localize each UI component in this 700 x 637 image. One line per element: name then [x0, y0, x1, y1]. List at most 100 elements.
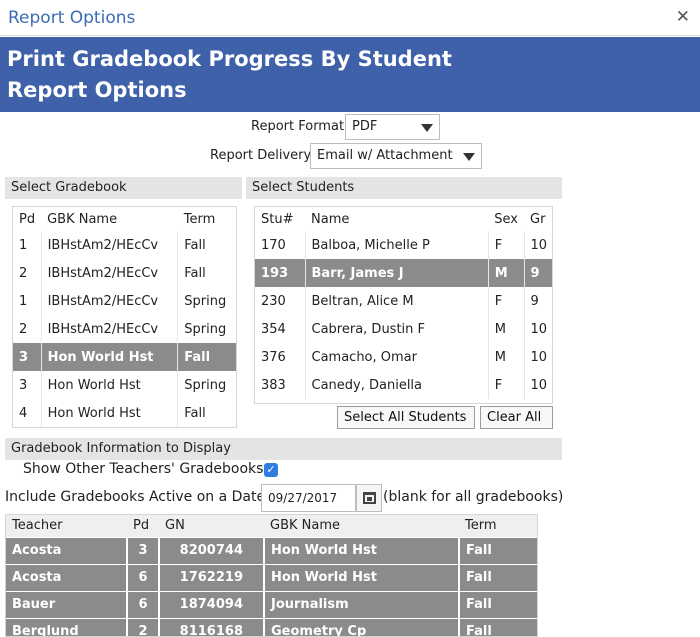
cell-sex: F — [487, 371, 524, 399]
cell-name: Cabrera, Dustin F — [304, 315, 489, 343]
cell-gr: 9 — [523, 287, 552, 315]
select-all-students-button[interactable]: Select All Students — [337, 406, 475, 429]
column-header-term[interactable]: Term — [178, 207, 236, 231]
cell-pd: 3 — [19, 377, 28, 393]
column-header-gbk-name[interactable]: GBK Name — [264, 515, 459, 537]
table-row[interactable]: 383 Canedy, Daniella F 10 — [255, 371, 552, 399]
cell-gbk-name: IBHstAm2/HEcCv — [40, 287, 178, 315]
select-gradebook-header: Select Gradebook — [5, 177, 242, 199]
cell-stu: 383 — [261, 377, 286, 393]
table-row-selected[interactable]: 193 Barr, James JM9 — [255, 259, 552, 287]
cell-gbk-name: Hon World Hst — [263, 563, 459, 591]
cell-name: Balboa, Michelle P — [304, 231, 489, 259]
cell-stu: 193 — [255, 259, 305, 287]
column-header-teacher[interactable]: Teacher — [6, 515, 127, 537]
table-row[interactable]: Acosta 3 8200744 Hon World Hst Fall — [6, 536, 537, 564]
select-students-header: Select Students — [246, 177, 562, 199]
banner-title: Print Gradebook Progress By Student — [7, 47, 452, 71]
cell-name: Barr, James J — [304, 259, 489, 287]
column-header-term[interactable]: Term — [459, 515, 537, 537]
checkmark-icon: ✓ — [266, 463, 276, 476]
table-row[interactable]: 2 IBHstAm2/HEcCv Fall — [13, 259, 236, 287]
column-header-name[interactable]: Name — [305, 207, 488, 231]
cell-gbk-name: Hon World Hst — [40, 343, 178, 371]
dropdown-arrow-icon — [421, 124, 433, 132]
cell-term: Fall — [458, 617, 537, 636]
cell-pd: 1 — [19, 293, 28, 309]
active-date-input[interactable]: 09/27/2017 — [261, 484, 356, 512]
cell-term: Fall — [458, 563, 537, 591]
cell-gr: 9 — [523, 259, 552, 287]
cell-stu: 354 — [261, 321, 286, 337]
cell-gr: 10 — [523, 343, 552, 371]
cell-pd: 2 — [19, 321, 28, 337]
cell-gn: 8200744 — [158, 536, 264, 564]
window-title: Report Options — [8, 8, 136, 28]
column-header-gr[interactable]: Gr — [524, 207, 552, 231]
show-other-teachers-checkbox[interactable]: ✓ — [264, 463, 278, 477]
cell-name: Camacho, Omar — [304, 343, 489, 371]
cell-sex: M — [487, 315, 524, 343]
column-header-stu[interactable]: Stu# — [255, 207, 305, 231]
cell-gbk-name: Geometry Cp — [263, 617, 459, 636]
cell-stu: 230 — [261, 293, 286, 309]
cell-term: Fall — [458, 590, 537, 618]
table-row[interactable]: 230 Beltran, Alice MF9 — [255, 287, 552, 315]
gradebook-info-header: Gradebook Information to Display — [5, 438, 562, 460]
report-delivery-value: Email w/ Attachment — [317, 148, 453, 163]
report-banner: Print Gradebook Progress By Student Repo… — [0, 37, 700, 112]
column-header-sex[interactable]: Sex — [488, 207, 524, 231]
cell-pd: 2 — [19, 265, 28, 281]
cell-gbk-name: Journalism — [263, 590, 459, 618]
cell-stu: 376 — [261, 349, 286, 365]
cell-name: Canedy, Daniella — [304, 371, 489, 399]
table-row[interactable]: 3 Hon World Hst Spring — [13, 371, 236, 399]
cell-gbk-name: IBHstAm2/HEcCv — [40, 315, 178, 343]
cell-sex: M — [487, 259, 524, 287]
table-row[interactable]: 376 Camacho, Omar M 10 — [255, 343, 552, 371]
report-format-value: PDF — [352, 119, 378, 134]
gradebook-list: Pd GBK Name Term 1 IBHstAm2/HEcCv Fall 2 IB… — [12, 206, 237, 428]
cell-stu: 170 — [261, 237, 286, 253]
table-row[interactable]: Berglund 2 8116168 Geometry Cp Fall — [6, 617, 537, 636]
cell-gr: 10 — [523, 315, 552, 343]
cell-pd: 3 — [13, 343, 42, 371]
table-row[interactable]: 4 Hon World Hst Fall — [13, 399, 236, 427]
table-row[interactable]: 170 Balboa, Michelle P F 10 — [255, 231, 552, 259]
cell-term: Fall — [177, 343, 236, 371]
cell-gbk-name: IBHstAm2/HEcCv — [40, 259, 178, 287]
calendar-button[interactable] — [356, 484, 382, 512]
active-date-label: Include Gradebooks Active on a Date: — [5, 489, 270, 505]
clear-all-button[interactable]: Clear All — [480, 406, 553, 429]
cell-sex: F — [487, 287, 524, 315]
cell-teacher: Berglund — [6, 617, 127, 636]
column-header-gn[interactable]: GN — [159, 515, 264, 537]
table-row[interactable]: 1 IBHstAm2/HEcCv Fall — [13, 231, 236, 259]
cell-gbk-name: Hon World Hst — [40, 399, 178, 427]
close-icon[interactable]: ✕ — [676, 7, 690, 27]
cell-term: Spring — [177, 287, 236, 315]
cell-pd: 4 — [19, 405, 28, 421]
table-row[interactable]: 1 IBHstAm2/HEcCv Spring — [13, 287, 236, 315]
cell-gn: 1874094 — [158, 590, 264, 618]
column-header-gbk-name[interactable]: GBK Name — [41, 207, 178, 231]
cell-gbk-name: Hon World Hst — [263, 536, 459, 564]
table-row-selected[interactable]: 3 Hon World Hst Fall — [13, 343, 236, 371]
table-row[interactable]: 354 Cabrera, Dustin F M 10 — [255, 315, 552, 343]
cell-term: Fall — [177, 399, 236, 427]
window-titlebar: Report Options ✕ — [0, 0, 700, 36]
column-header-pd[interactable]: Pd — [13, 207, 41, 231]
cell-teacher: Acosta — [6, 563, 127, 591]
table-row[interactable]: Bauer 6 1874094 Journalism Fall — [6, 590, 537, 618]
table-row[interactable]: Acosta 6 1762219 Hon World Hst Fall — [6, 563, 537, 591]
show-other-teachers-label: Show Other Teachers' Gradebooks — [23, 461, 264, 477]
column-header-pd[interactable]: Pd — [127, 515, 159, 537]
cell-term: Fall — [177, 231, 236, 259]
report-format-select[interactable]: PDF — [345, 114, 440, 140]
cell-gr: 10 — [523, 371, 552, 399]
cell-term: Spring — [177, 315, 236, 343]
table-row[interactable]: 2 IBHstAm2/HEcCv Spring — [13, 315, 236, 343]
cell-gn: 8116168 — [158, 617, 264, 636]
report-delivery-select[interactable]: Email w/ Attachment — [310, 143, 482, 169]
dropdown-arrow-icon — [463, 153, 475, 161]
